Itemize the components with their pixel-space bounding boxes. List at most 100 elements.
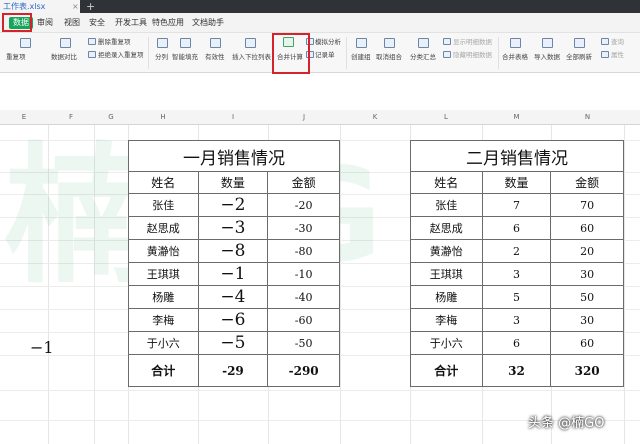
cell-quantity[interactable]: 3 bbox=[481, 262, 552, 286]
ribbon-ungroup-button[interactable]: 取消组合 bbox=[376, 53, 402, 61]
cell-quantity[interactable]: 5 bbox=[481, 285, 552, 309]
column-header-n[interactable]: N bbox=[551, 110, 624, 125]
cell-total-amount[interactable]: -290 bbox=[267, 354, 340, 387]
table-row: 李梅 3 30 bbox=[410, 308, 624, 332]
ribbon-smart-fill-button[interactable]: 智能填充 bbox=[172, 53, 198, 61]
cell-quantity[interactable]: −1 bbox=[197, 262, 269, 286]
ribbon-duplicates-button[interactable]: 重复项 bbox=[6, 53, 26, 61]
cell-amount[interactable]: 30 bbox=[550, 262, 624, 286]
cell-stray-value[interactable]: −1 bbox=[30, 338, 54, 357]
cell-quantity[interactable]: 6 bbox=[481, 331, 552, 355]
cell-amount[interactable]: 50 bbox=[550, 285, 624, 309]
cell-name[interactable]: 于小六 bbox=[128, 331, 199, 355]
menu-security[interactable]: 安全 bbox=[89, 18, 105, 28]
column-header-g[interactable]: G bbox=[94, 110, 128, 125]
cell-quantity[interactable]: −4 bbox=[197, 285, 269, 309]
column-header-f[interactable]: F bbox=[48, 110, 94, 125]
header-name[interactable]: 姓名 bbox=[128, 171, 199, 194]
cell-name[interactable]: 张佳 bbox=[410, 193, 483, 217]
ribbon-merge-sheets-button[interactable]: 合并表格 bbox=[502, 53, 528, 61]
menu-developer[interactable]: 开发工具 bbox=[115, 18, 147, 28]
cell-amount[interactable]: 70 bbox=[550, 193, 624, 217]
ribbon-record-sheet-button[interactable]: 记录单 bbox=[315, 51, 335, 59]
cell-quantity[interactable]: 3 bbox=[481, 308, 552, 332]
cell-amount[interactable]: 60 bbox=[550, 331, 624, 355]
column-header-i[interactable]: I bbox=[198, 110, 268, 125]
cell-total-label[interactable]: 合计 bbox=[128, 354, 199, 387]
ribbon-import-data-button[interactable]: 导入数据 bbox=[534, 53, 560, 61]
ribbon-simulate-button[interactable]: 模拟分析 bbox=[315, 38, 341, 46]
cell-quantity[interactable]: −3 bbox=[197, 216, 269, 240]
cell-quantity[interactable]: −2 bbox=[197, 193, 269, 217]
header-amount[interactable]: 金额 bbox=[550, 171, 624, 194]
cell-amount[interactable]: -60 bbox=[267, 308, 340, 332]
cell-total-quantity[interactable]: -29 bbox=[197, 354, 269, 387]
column-header-j[interactable]: J bbox=[268, 110, 340, 125]
cell-quantity[interactable]: 6 bbox=[481, 216, 552, 240]
ribbon-delete-duplicates-button[interactable]: 删除重复项 bbox=[98, 38, 131, 46]
cell-amount[interactable]: -40 bbox=[267, 285, 340, 309]
header-quantity[interactable]: 数量 bbox=[481, 171, 552, 194]
file-tab[interactable]: 工作表.xlsx bbox=[0, 0, 80, 13]
ribbon-validity-button[interactable]: 有效性 bbox=[205, 53, 225, 61]
ribbon-insert-dropdown-button[interactable]: 插入下拉列表 bbox=[232, 53, 271, 61]
close-icon[interactable]: × bbox=[72, 0, 79, 13]
menu-review[interactable]: 审阅 bbox=[37, 18, 53, 28]
cell-name[interactable]: 杨雕 bbox=[128, 285, 199, 309]
header-amount[interactable]: 金额 bbox=[267, 171, 340, 194]
ribbon-reject-duplicates-button[interactable]: 拒绝录入重复项 bbox=[98, 51, 144, 59]
table-title[interactable]: 二月销售情况 bbox=[410, 140, 624, 172]
cell-name[interactable]: 李梅 bbox=[410, 308, 483, 332]
ribbon-data-compare-button[interactable]: 数据对比 bbox=[51, 53, 77, 61]
ribbon-group-button[interactable]: 创建组 bbox=[351, 53, 371, 61]
menu-doc-helper[interactable]: 文档助手 bbox=[192, 18, 224, 28]
cell-name[interactable]: 赵思成 bbox=[410, 216, 483, 240]
menu-featured[interactable]: 特色应用 bbox=[152, 18, 184, 28]
ribbon-hide-detail-button[interactable]: 隐藏明细数据 bbox=[453, 51, 492, 59]
ribbon-split-button[interactable]: 分列 bbox=[155, 53, 168, 61]
cell-amount[interactable]: 60 bbox=[550, 216, 624, 240]
column-header-h[interactable]: H bbox=[128, 110, 198, 125]
cell-name[interactable]: 王琪琪 bbox=[410, 262, 483, 286]
header-quantity[interactable]: 数量 bbox=[197, 171, 269, 194]
cell-quantity[interactable]: −6 bbox=[197, 308, 269, 332]
table-title[interactable]: 一月销售情况 bbox=[128, 140, 340, 172]
cell-amount[interactable]: -20 bbox=[267, 193, 340, 217]
cell-quantity[interactable]: 7 bbox=[481, 193, 552, 217]
cell-quantity[interactable]: 2 bbox=[481, 239, 552, 263]
cell-name[interactable]: 王琪琪 bbox=[128, 262, 199, 286]
cell-name[interactable]: 张佳 bbox=[128, 193, 199, 217]
table-row: 李梅 −6 -60 bbox=[128, 308, 340, 332]
cell-name[interactable]: 赵思成 bbox=[128, 216, 199, 240]
ribbon-show-detail-button[interactable]: 显示明细数据 bbox=[453, 38, 492, 46]
cell-total-label[interactable]: 合计 bbox=[410, 354, 483, 387]
header-name[interactable]: 姓名 bbox=[410, 171, 483, 194]
cell-amount[interactable]: -30 bbox=[267, 216, 340, 240]
ribbon-refresh-all-button[interactable]: 全部刷新 bbox=[566, 53, 592, 61]
cell-amount[interactable]: -80 bbox=[267, 239, 340, 263]
ribbon-subtotal-button[interactable]: 分类汇总 bbox=[410, 53, 436, 61]
ribbon-query-button[interactable]: 查询 bbox=[611, 38, 624, 46]
ribbon-properties-button[interactable]: 属性 bbox=[611, 51, 624, 59]
cell-amount[interactable]: 30 bbox=[550, 308, 624, 332]
add-tab-icon[interactable]: + bbox=[86, 0, 95, 13]
cell-total-amount[interactable]: 320 bbox=[550, 354, 624, 387]
cell-name[interactable]: 李梅 bbox=[128, 308, 199, 332]
cell-amount[interactable]: 20 bbox=[550, 239, 624, 263]
cell-quantity[interactable]: −8 bbox=[197, 239, 269, 263]
column-header-k[interactable]: K bbox=[340, 110, 410, 125]
cell-amount[interactable]: -50 bbox=[267, 331, 340, 355]
cell-name[interactable]: 黄瀞怡 bbox=[410, 239, 483, 263]
cell-name[interactable]: 黄瀞怡 bbox=[128, 239, 199, 263]
column-header-e[interactable]: E bbox=[0, 110, 48, 125]
hide-detail-icon bbox=[443, 51, 451, 58]
cell-quantity[interactable]: −5 bbox=[197, 331, 269, 355]
cell-name[interactable]: 于小六 bbox=[410, 331, 483, 355]
table-row: 王琪琪 −1 -10 bbox=[128, 262, 340, 286]
column-header-l[interactable]: L bbox=[410, 110, 482, 125]
column-header-m[interactable]: M bbox=[482, 110, 551, 125]
cell-amount[interactable]: -10 bbox=[267, 262, 340, 286]
cell-name[interactable]: 杨雕 bbox=[410, 285, 483, 309]
cell-total-quantity[interactable]: 32 bbox=[481, 354, 552, 387]
menu-view[interactable]: 视图 bbox=[64, 18, 80, 28]
